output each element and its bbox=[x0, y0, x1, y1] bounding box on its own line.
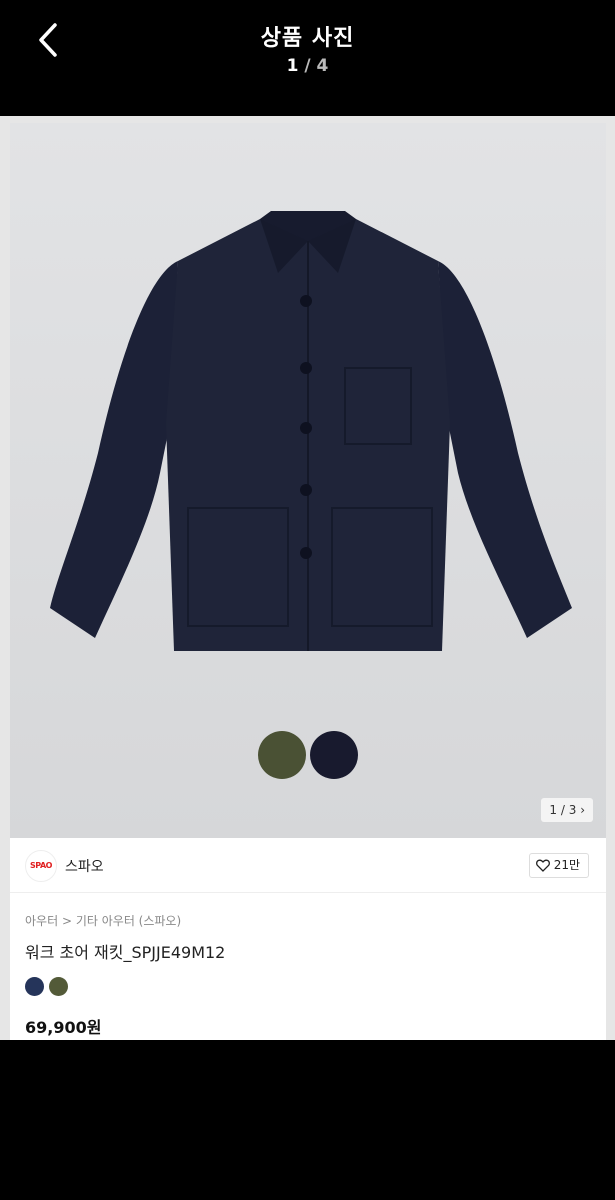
product-price: 69,900원 bbox=[25, 1018, 102, 1037]
jacket-image bbox=[10, 123, 606, 838]
color-swatches bbox=[25, 977, 68, 996]
color-swatch-olive[interactable] bbox=[49, 977, 68, 996]
breadcrumb-category[interactable]: 아우터 bbox=[25, 914, 58, 928]
photo-pager-label: 1 / 3 bbox=[549, 803, 577, 817]
photo-pager[interactable]: 1 / 3 › bbox=[541, 798, 593, 822]
counter-total: 4 bbox=[316, 56, 329, 76]
color-swatch-navy[interactable] bbox=[25, 977, 44, 996]
breadcrumb: 아우터 > 기타 아우터 (스파오) bbox=[25, 912, 181, 929]
photo-swatch-navy bbox=[310, 731, 358, 779]
page-title: 상품 사진 bbox=[260, 26, 355, 51]
bottom-area bbox=[0, 1040, 615, 1200]
brand-row[interactable]: SPAO 스파오 21만 bbox=[10, 838, 606, 893]
breadcrumb-subcategory[interactable]: 기타 아우터 (스파오) bbox=[76, 914, 181, 928]
chevron-right-icon: › bbox=[580, 803, 585, 817]
top-bar: 상품 사진 1 / 4 bbox=[0, 0, 615, 116]
counter-separator: / bbox=[304, 56, 311, 76]
product-photo[interactable]: 1 / 3 › bbox=[10, 123, 606, 838]
product-card: 1 / 3 › SPAO 스파오 21만 아우터 > 기타 아우터 (스파오) … bbox=[10, 123, 606, 1040]
product-name[interactable]: 워크 초어 재킷_SPJJE49M12 bbox=[25, 939, 225, 963]
product-screenshot[interactable]: 1 / 3 › SPAO 스파오 21만 아우터 > 기타 아우터 (스파오) … bbox=[0, 116, 615, 1040]
counter-current: 1 bbox=[286, 56, 299, 76]
heart-icon bbox=[535, 859, 550, 872]
brand-name[interactable]: 스파오 bbox=[65, 856, 104, 876]
brand-logo[interactable]: SPAO bbox=[25, 850, 57, 882]
photo-swatch-olive bbox=[258, 731, 306, 779]
breadcrumb-separator: > bbox=[61, 914, 73, 928]
image-counter: 1 / 4 bbox=[0, 56, 615, 76]
like-count: 21만 bbox=[553, 858, 580, 872]
like-button[interactable]: 21만 bbox=[528, 853, 589, 878]
